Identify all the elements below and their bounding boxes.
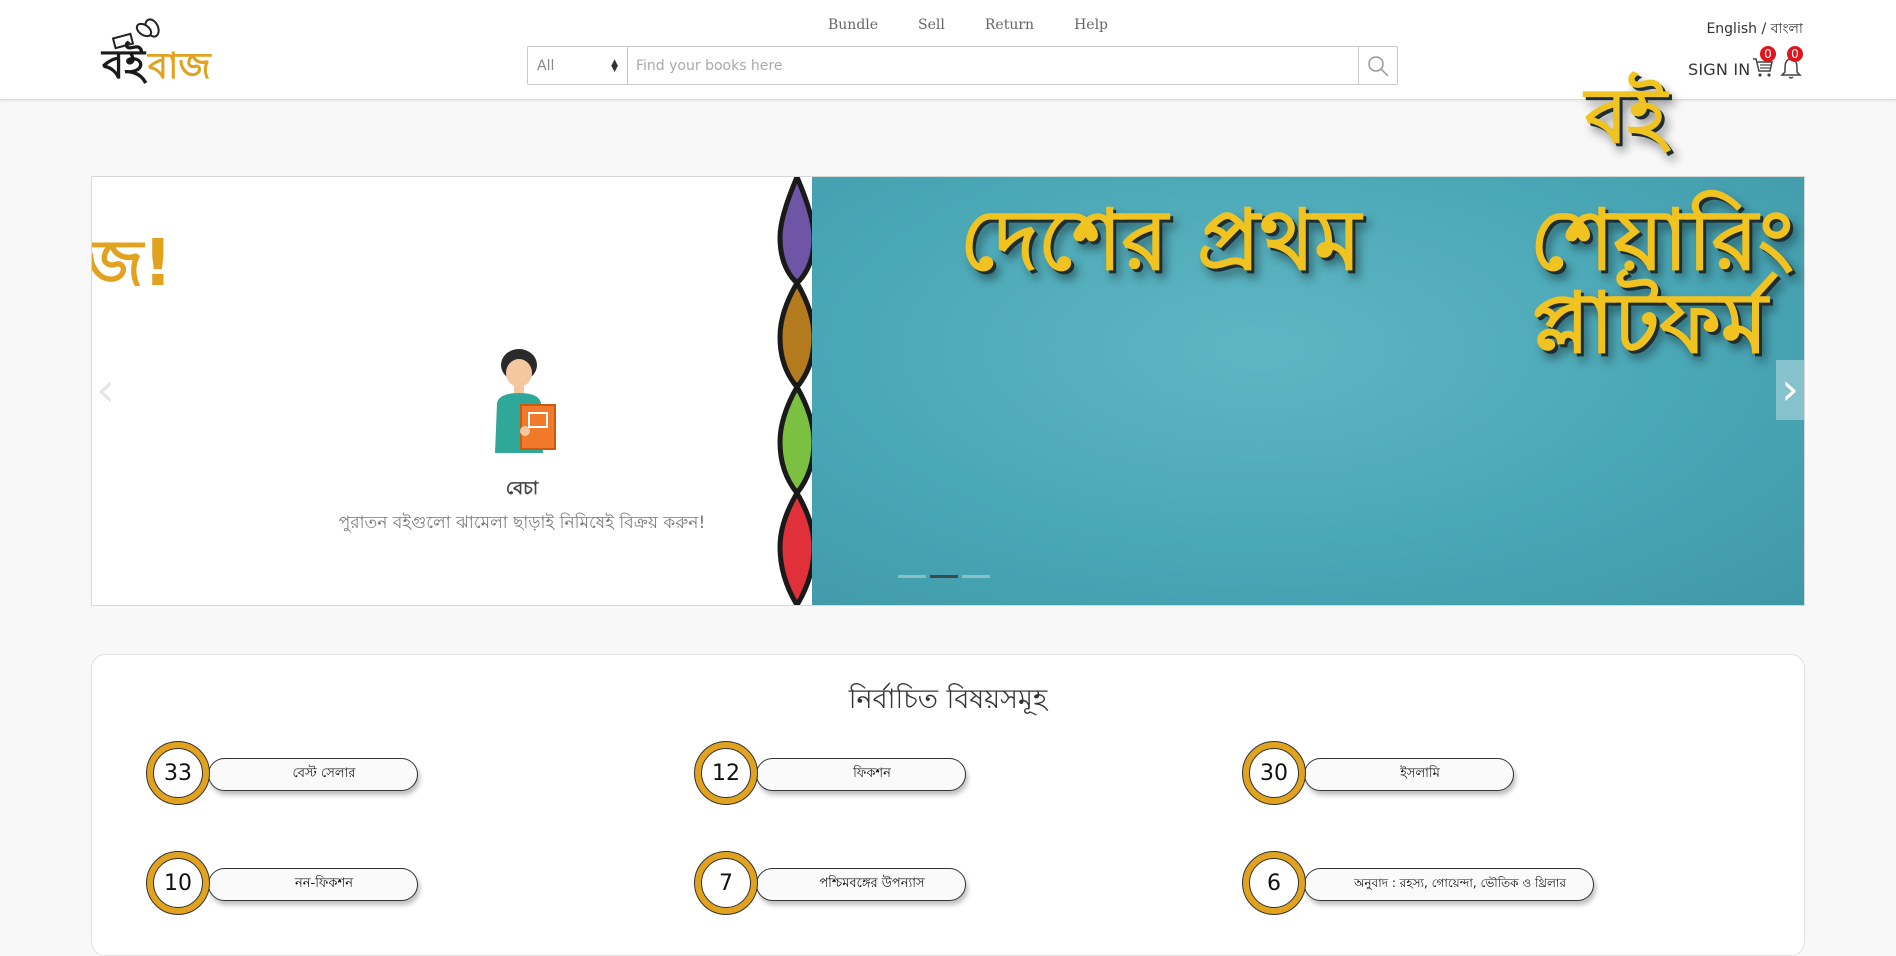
category-label: ফিকশন (756, 758, 966, 791)
carousel-next-button[interactable]: › (1776, 360, 1804, 420)
language-switch[interactable]: English / বাংলা (1706, 17, 1803, 41)
category-count-badge: 7 (694, 851, 758, 915)
chevron-right-icon: › (1781, 364, 1799, 415)
nav-sell[interactable]: Sell (918, 17, 945, 33)
carousel-dot-2[interactable] (930, 575, 958, 578)
search-bar: All ▲ ▼ (527, 46, 1398, 85)
select-arrows-icon: ▲ ▼ (611, 57, 618, 74)
category-select[interactable]: All ▲ ▼ (528, 47, 628, 84)
search-icon (1368, 55, 1389, 77)
logo-icon: বই বাজ (100, 18, 212, 88)
category-count-badge: 12 (694, 741, 758, 805)
headline-line-4: প্লাটফর্ম (1532, 274, 1768, 372)
nav-bundle[interactable]: Bundle (828, 17, 878, 33)
category-item[interactable]: অনুবাদ : রহস্য, গোয়েন্দা, ভৌতিক ও থ্রিল… (1242, 851, 1602, 921)
category-item[interactable]: ইসলামি 30 (1242, 741, 1542, 811)
category-label: বেস্ট সেলার (208, 758, 418, 791)
slide-sell-panel: জ! বেচা পুরাতন বইগুলো ঝামেলা ছাড়াই নিমি… (92, 177, 792, 605)
nav-return[interactable]: Return (985, 17, 1034, 33)
category-label: অনুবাদ : রহস্য, গোয়েন্দা, ভৌতিক ও থ্রিল… (1304, 868, 1594, 901)
category-label: নন-ফিকশন (208, 868, 418, 901)
cart-count-badge: 0 (1760, 46, 1776, 62)
category-count: 6 (1249, 858, 1299, 908)
top-nav: Bundle Sell Return Help (828, 17, 1108, 33)
search-input[interactable] (628, 47, 1358, 84)
category-count: 12 (701, 748, 751, 798)
category-item[interactable]: বেস্ট সেলার 33 (146, 741, 446, 811)
category-select-value: All (537, 57, 555, 74)
carousel-indicators (898, 575, 990, 578)
slide-partial-heading: জ! (91, 227, 173, 301)
featured-categories-card: নির্বাচিত বিষয়সমূহ বেস্ট সেলার 33 ফিকশন… (91, 654, 1805, 956)
carousel-prev-button[interactable]: ‹ (96, 360, 118, 420)
site-logo[interactable]: বই বাজ (100, 12, 220, 88)
nav-help[interactable]: Help (1074, 17, 1108, 33)
svg-text:বাজ: বাজ (146, 46, 212, 86)
headline-line-1: বই (1585, 71, 1667, 160)
category-count: 30 (1249, 748, 1299, 798)
headline-line-2: দেশের প্রথম (960, 191, 1361, 289)
notification-count-badge: 0 (1787, 46, 1803, 62)
category-count: 33 (153, 748, 203, 798)
chevron-left-icon: ‹ (96, 362, 116, 418)
category-count-badge: 10 (146, 851, 210, 915)
category-label: পশ্চিমবঙ্গের উপন্যাস (756, 868, 966, 901)
category-count: 7 (701, 858, 751, 908)
category-item[interactable]: ফিকশন 12 (694, 741, 994, 811)
category-count-badge: 30 (1242, 741, 1306, 805)
category-count-badge: 33 (146, 741, 210, 805)
carousel-dot-3[interactable] (962, 575, 990, 578)
search-button[interactable] (1358, 47, 1397, 84)
sign-in-link[interactable]: SIGN IN (1688, 60, 1750, 79)
category-label: ইসলামি (1304, 758, 1514, 791)
category-item[interactable]: পশ্চিমবঙ্গের উপন্যাস 7 (694, 851, 994, 921)
featured-categories-title: নির্বাচিত বিষয়সমূহ (848, 684, 1048, 715)
category-count: 10 (153, 858, 203, 908)
category-item[interactable]: নন-ফিকশন 10 (146, 851, 446, 921)
category-count-badge: 6 (1242, 851, 1306, 915)
seller-illustration (495, 349, 556, 453)
svg-text:বই: বই (100, 41, 148, 86)
carousel-dot-1[interactable] (898, 575, 926, 578)
